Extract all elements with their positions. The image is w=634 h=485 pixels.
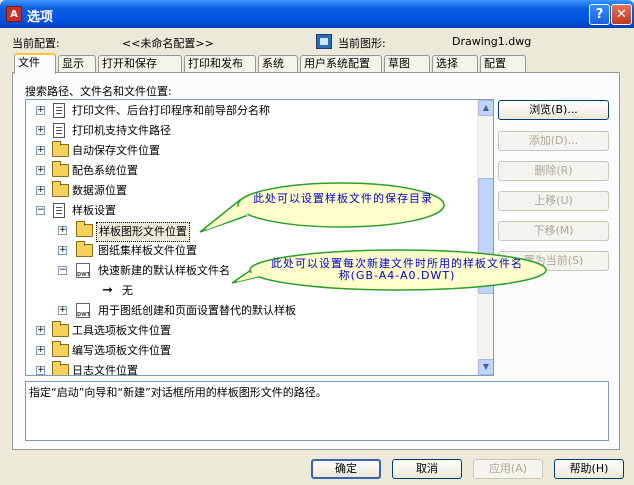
tree-item-label: 样板图形文件位置 bbox=[96, 222, 190, 242]
description-box: 指定“启动”向导和“新建”对话框所用的样板图形文件的路径。 bbox=[25, 381, 609, 441]
dwt-file-icon: DWT bbox=[76, 303, 90, 318]
current-drawing-value: Drawing1.dwg bbox=[452, 35, 532, 48]
folder-icon bbox=[52, 161, 69, 177]
tree-scrollbar[interactable]: ▲ ▼ bbox=[477, 100, 493, 375]
tab-selection[interactable]: 选择 bbox=[432, 55, 478, 73]
expand-icon[interactable]: + bbox=[36, 106, 45, 115]
search-path-tree[interactable]: + 打印文件、后台打印程序和前导部分名称 + 打印机支持文件路径 + 自动保存文… bbox=[25, 99, 494, 376]
tree-item-label: 编写选项板文件位置 bbox=[72, 344, 171, 357]
tab-user-preferences[interactable]: 用户系统配置 bbox=[300, 55, 382, 73]
add-button[interactable]: 添加(D)... bbox=[498, 131, 609, 151]
tree-item-label: 快速新建的默认样板文件名 bbox=[98, 264, 230, 277]
folder-icon bbox=[52, 321, 69, 337]
tab-plot-publish[interactable]: 打印和发布 bbox=[184, 55, 256, 73]
remove-button[interactable]: 删除(R) bbox=[498, 161, 609, 181]
title-bar: A 选项 ? ✕ bbox=[0, 0, 634, 28]
folder-icon bbox=[52, 181, 69, 197]
collapse-icon[interactable]: − bbox=[58, 266, 67, 275]
folder-icon bbox=[76, 241, 93, 257]
current-drawing-label: 当前图形: bbox=[338, 37, 386, 50]
tree-item-label: 工具选项板文件位置 bbox=[72, 324, 171, 337]
arrow-icon: ➞ bbox=[102, 283, 113, 298]
expand-icon[interactable]: + bbox=[36, 326, 45, 335]
callout-template-location-text: 此处可以设置样板文件的保存目录 bbox=[253, 192, 433, 205]
current-profile-value: <<未命名配置>> bbox=[122, 37, 214, 50]
tree-item-label: 图纸集样板文件位置 bbox=[98, 244, 197, 257]
tree-item-label: 打印机支持文件路径 bbox=[72, 124, 171, 137]
tree-item-label: 数据源位置 bbox=[72, 184, 127, 197]
tree-item-label: 日志文件位置 bbox=[72, 364, 138, 376]
expand-icon[interactable]: + bbox=[36, 126, 45, 135]
move-down-button[interactable]: 下移(M) bbox=[498, 221, 609, 241]
collapse-icon[interactable]: − bbox=[36, 206, 45, 215]
tree-item-label: 样板设置 bbox=[72, 204, 116, 217]
autocad-logo-icon: A bbox=[6, 6, 22, 22]
section-label: 搜索路径、文件名和文件位置: bbox=[25, 85, 172, 98]
expand-icon[interactable]: + bbox=[36, 166, 45, 175]
tab-files[interactable]: 文件 bbox=[14, 53, 56, 74]
expand-icon[interactable]: + bbox=[36, 366, 45, 375]
folder-icon bbox=[52, 341, 69, 357]
folder-icon bbox=[52, 141, 69, 157]
scroll-up-button[interactable]: ▲ bbox=[478, 100, 493, 116]
ok-button[interactable]: 确定 bbox=[311, 459, 381, 479]
expand-icon[interactable]: + bbox=[36, 146, 45, 155]
expand-icon[interactable]: + bbox=[36, 186, 45, 195]
tree-item-label: 无 bbox=[122, 284, 133, 297]
apply-button[interactable]: 应用(A) bbox=[473, 459, 543, 479]
dwt-file-icon: DWT bbox=[76, 263, 90, 278]
browse-button[interactable]: 浏览(B)... bbox=[498, 100, 609, 120]
expand-icon[interactable]: + bbox=[36, 346, 45, 355]
folder-icon bbox=[52, 361, 69, 375]
tree-item-label: 打印文件、后台打印程序和前导部分名称 bbox=[72, 104, 270, 117]
help-title-button[interactable]: ? bbox=[589, 4, 610, 25]
tab-system[interactable]: 系统 bbox=[258, 55, 298, 73]
tree-item-label: 配色系统位置 bbox=[72, 164, 138, 177]
tree-item-label: 自动保存文件位置 bbox=[72, 144, 160, 157]
expand-icon[interactable]: + bbox=[58, 226, 67, 235]
callout-qnew-template-text: 此处可以设置每次新建文件时所用的样板文件名称(GB-A4-A0.DWT) bbox=[271, 257, 523, 282]
expand-icon[interactable]: + bbox=[58, 246, 67, 255]
tree-item-label: 用于图纸创建和页面设置替代的默认样板 bbox=[98, 304, 296, 317]
tab-open-save[interactable]: 打开和保存 bbox=[98, 55, 182, 73]
close-button[interactable]: ✕ bbox=[611, 4, 632, 25]
tab-display[interactable]: 显示 bbox=[58, 55, 96, 73]
window-title: 选项 bbox=[27, 10, 54, 25]
move-up-button[interactable]: 上移(U) bbox=[498, 191, 609, 211]
document-icon bbox=[53, 103, 65, 118]
scroll-down-button[interactable]: ▼ bbox=[478, 359, 493, 375]
expand-icon[interactable]: + bbox=[58, 306, 67, 315]
tab-drafting[interactable]: 草图 bbox=[384, 55, 430, 73]
cancel-button[interactable]: 取消 bbox=[392, 459, 462, 479]
help-button[interactable]: 帮助(H) bbox=[554, 459, 624, 479]
current-profile-label: 当前配置: bbox=[12, 37, 60, 50]
document-icon bbox=[53, 203, 65, 218]
tab-profiles[interactable]: 配置 bbox=[480, 55, 526, 73]
drawing-icon bbox=[316, 34, 332, 49]
folder-icon bbox=[76, 221, 93, 237]
document-icon bbox=[53, 123, 65, 138]
